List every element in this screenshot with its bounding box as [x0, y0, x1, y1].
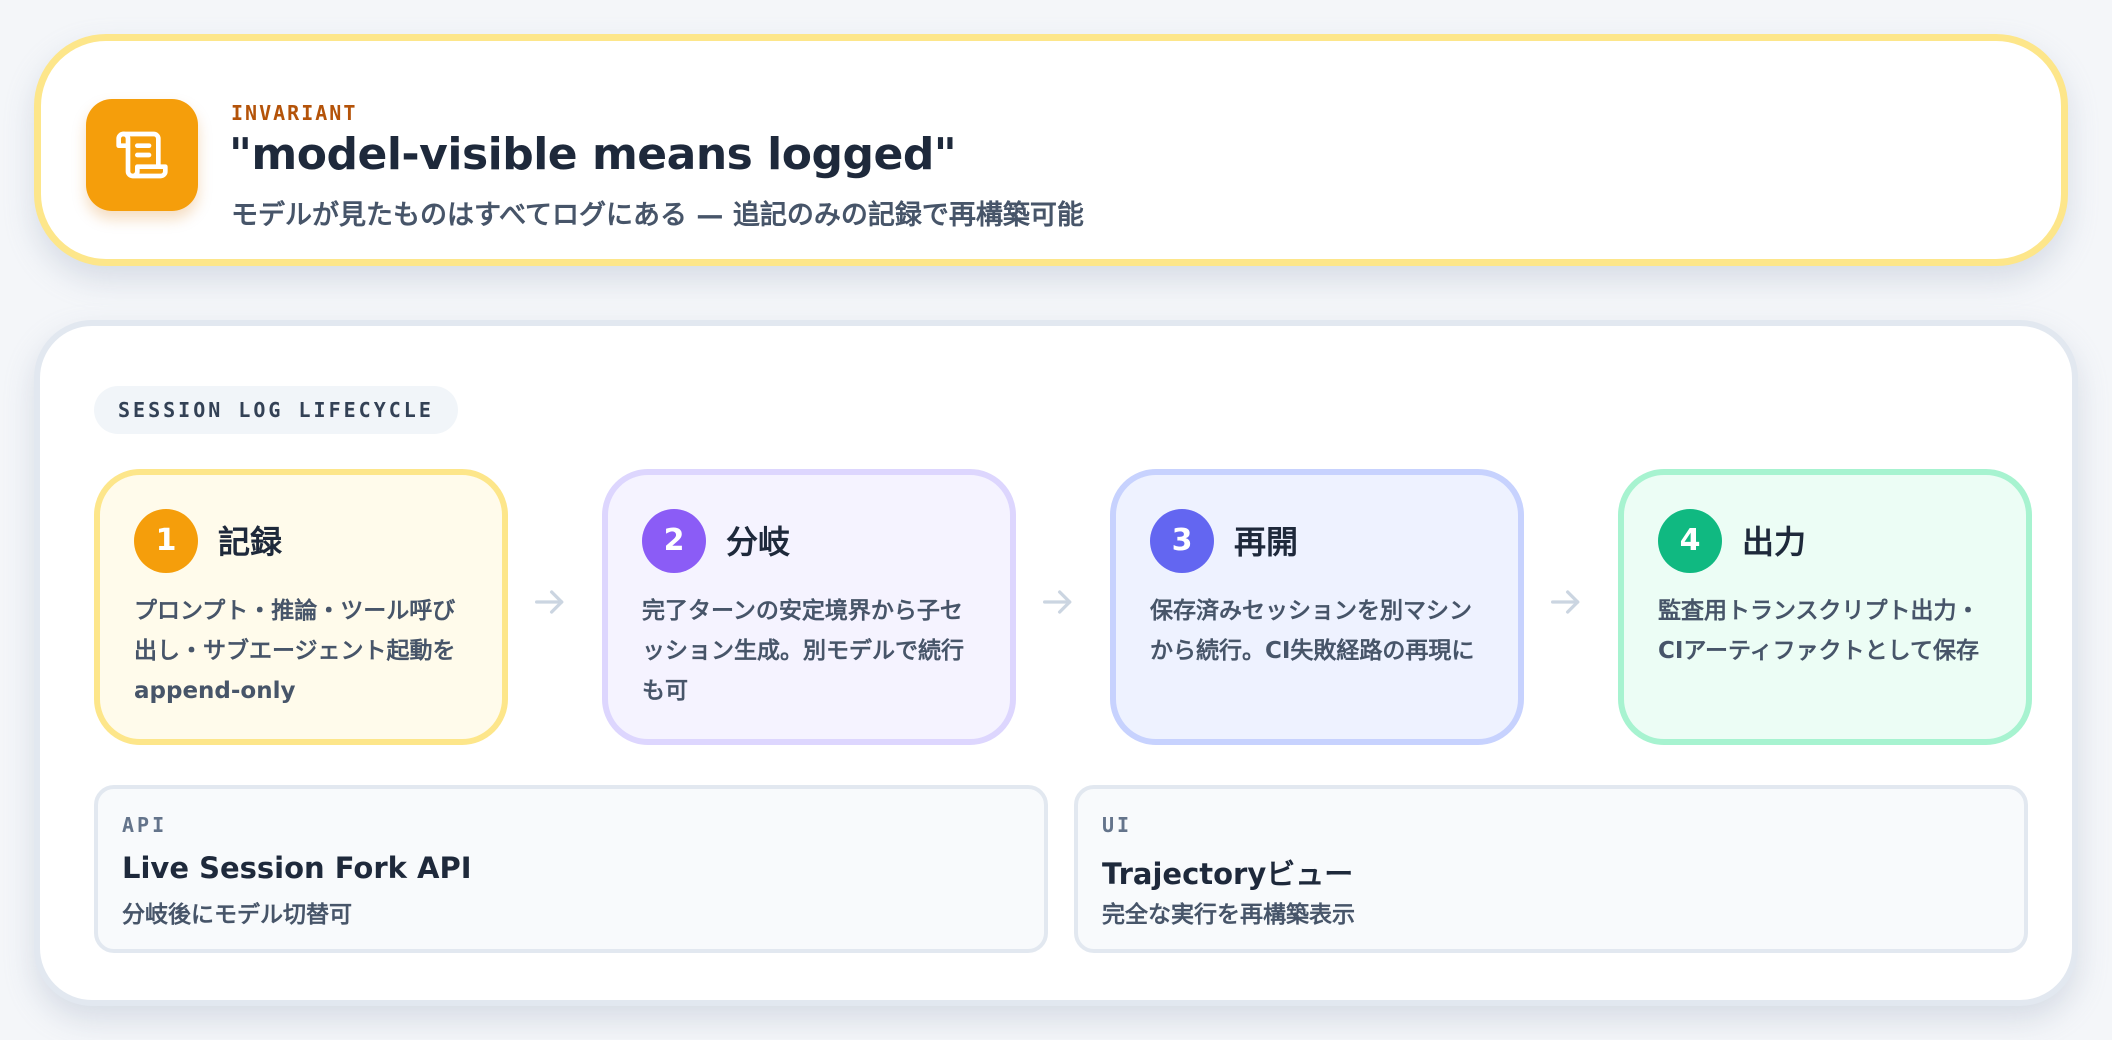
step-record: 1 記録 プロンプト・推論・ツール呼び出し・サブエージェント起動をappend-… [94, 469, 508, 745]
step-number: 3 [1150, 509, 1214, 573]
card-eyebrow: API [122, 813, 168, 837]
invariant-eyebrow: INVARIANT [231, 101, 358, 125]
step-description: 保存済みセッションを別マシンから続行。CI失敗経路の再現に [1150, 598, 1475, 664]
ui-card: UI Trajectoryビュー 完全な実行を再構築表示 [1074, 785, 2028, 953]
step-fork: 2 分岐 完了ターンの安定境界から子セッション生成。別モデルで続行も可 [602, 469, 1016, 745]
scroll-icon [86, 99, 198, 211]
invariant-title: "model-visible means logged" [229, 129, 957, 180]
invariant-card: INVARIANT "model-visible means logged" モ… [34, 34, 2068, 266]
step-export: 4 出力 監査用トランスクリプト出力・CIアーティファクトとして保存 [1618, 469, 2032, 745]
section-label: SESSION LOG LIFECYCLE [94, 386, 458, 434]
step-description: プロンプト・推論・ツール呼び出し・サブエージェント起動をappend-only [134, 598, 456, 704]
step-title: 出力 [1742, 523, 1807, 561]
arrow-right-icon [530, 582, 570, 622]
card-title: Trajectoryビュー [1102, 857, 1354, 891]
step-description: 監査用トランスクリプト出力・CIアーティファクトとして保存 [1658, 598, 1980, 664]
card-eyebrow: UI [1102, 813, 1133, 837]
step-number: 4 [1658, 509, 1722, 573]
api-card: API Live Session Fork API 分岐後にモデル切替可 [94, 785, 1048, 953]
arrow-right-icon [1546, 582, 1586, 622]
card-description: 分岐後にモデル切替可 [122, 902, 352, 928]
invariant-subtitle: モデルが見たものはすべてログにある — 追記のみの記録で再構築可能 [231, 200, 1084, 231]
step-resume: 3 再開 保存済みセッションを別マシンから続行。CI失敗経路の再現に [1110, 469, 1524, 745]
step-number: 1 [134, 509, 198, 573]
step-title: 再開 [1234, 523, 1299, 561]
card-title: Live Session Fork API [122, 851, 472, 885]
step-title: 記録 [218, 523, 283, 561]
lifecycle-panel: SESSION LOG LIFECYCLE 1 記録 プロンプト・推論・ツール呼… [34, 320, 2078, 1006]
arrow-right-icon [1038, 582, 1078, 622]
step-title: 分岐 [726, 523, 791, 561]
step-description: 完了ターンの安定境界から子セッション生成。別モデルで続行も可 [642, 598, 964, 704]
step-number: 2 [642, 509, 706, 573]
card-description: 完全な実行を再構築表示 [1102, 902, 1355, 928]
